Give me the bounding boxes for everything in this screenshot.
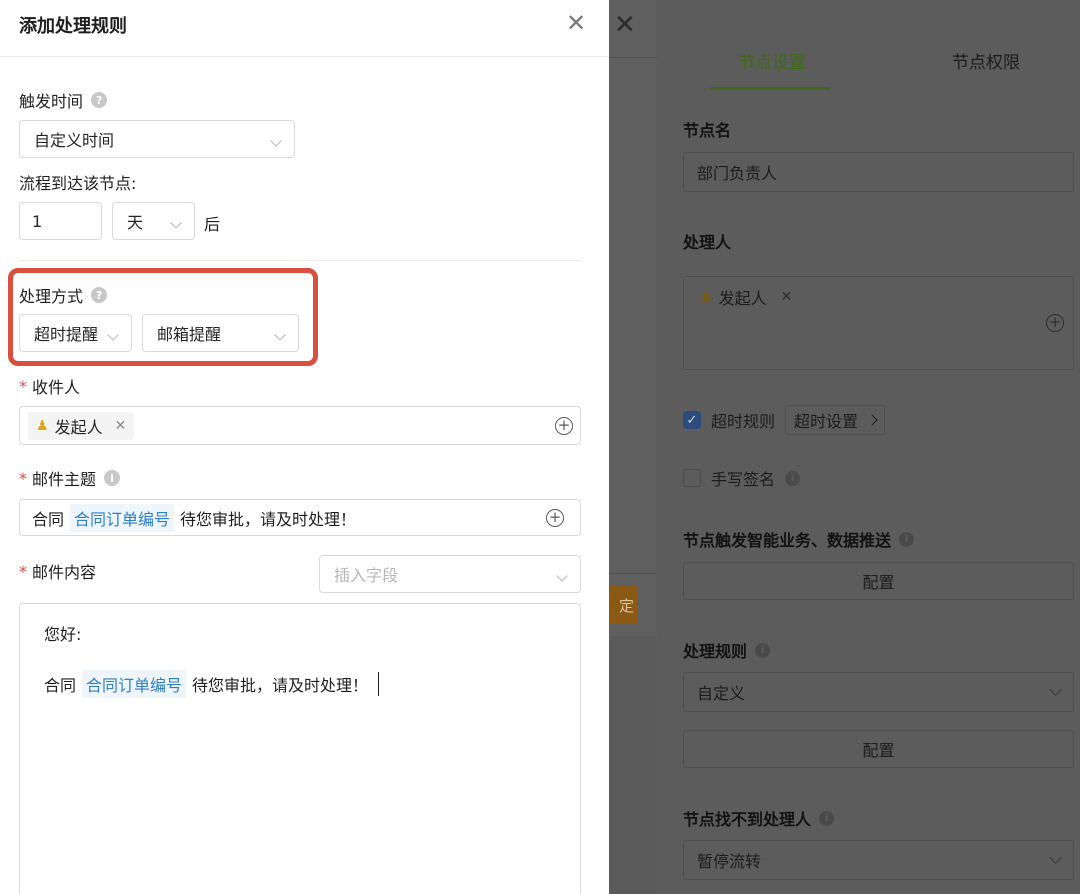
close-icon[interactable]: ✕ bbox=[614, 10, 636, 40]
required-mark: * bbox=[19, 376, 27, 396]
signature-row: 手写签名 i bbox=[683, 466, 801, 490]
insert-field-icon[interactable]: + bbox=[546, 509, 564, 527]
user-icon: ♟ bbox=[700, 289, 713, 305]
chevron-down-icon bbox=[170, 212, 182, 231]
timeout-rule-row: ✓ 超时规则 超时设置 bbox=[683, 405, 886, 435]
drawer-header: 添加处理规则 ✕ bbox=[0, 0, 609, 57]
help-icon[interactable]: ? bbox=[91, 287, 108, 303]
content-editor[interactable]: 您好: 合同 合同订单编号 待您审批，请及时处理！ bbox=[19, 603, 581, 894]
no-handler-value: 暂停流转 bbox=[697, 852, 762, 871]
divider bbox=[608, 573, 657, 574]
trigger-push-label: 节点触发智能业务、数据推送 i bbox=[683, 527, 915, 551]
chevron-down-icon bbox=[274, 324, 286, 343]
delay-unit-value: 天 bbox=[127, 213, 144, 232]
method-label: 处理方式 ? bbox=[19, 283, 108, 307]
process-rule-select[interactable]: 自定义 bbox=[683, 672, 1074, 712]
chevron-down-icon bbox=[1049, 851, 1062, 864]
timeout-rule-label: 超时规则 bbox=[711, 412, 776, 431]
tab-node-permissions[interactable]: 节点权限 bbox=[952, 48, 1020, 73]
divider bbox=[608, 57, 657, 58]
active-tab-indicator bbox=[710, 87, 830, 90]
help-icon[interactable]: ? bbox=[91, 92, 108, 108]
recipient-label: * 收件人 bbox=[19, 376, 81, 398]
confirm-button[interactable]: 定 bbox=[608, 586, 638, 624]
required-mark: * bbox=[19, 468, 27, 488]
delay-amount-input[interactable]: 1 bbox=[19, 202, 102, 240]
subject-input[interactable]: 合同 合同订单编号 待您审批，请及时处理！ + bbox=[19, 499, 581, 536]
method-type-value: 超时提醒 bbox=[34, 325, 99, 344]
chevron-down-icon bbox=[1049, 683, 1062, 696]
user-icon: ♟ bbox=[36, 418, 49, 434]
node-settings-panel: 节点设置 节点权限 节点名 部门负责人 处理人 ♟ 发起人 ✕ + ✓ 超时规则… bbox=[656, 0, 1080, 894]
trigger-time-select[interactable]: 自定义时间 bbox=[19, 120, 295, 158]
delay-suffix: 后 bbox=[204, 215, 221, 234]
process-rule-config-button[interactable]: 配置 bbox=[683, 730, 1074, 768]
text-cursor bbox=[378, 672, 380, 696]
signature-label: 手写签名 bbox=[711, 470, 776, 489]
node-name-label: 节点名 bbox=[683, 121, 732, 140]
info-icon[interactable]: i bbox=[104, 470, 121, 486]
chevron-down-icon bbox=[556, 565, 568, 584]
info-icon: i bbox=[899, 531, 915, 547]
close-icon[interactable]: ✕ bbox=[565, 10, 587, 36]
recipient-field[interactable]: ♟ 发起人 ✕ + bbox=[19, 406, 581, 445]
content-label: * 邮件内容 bbox=[19, 561, 97, 583]
timeout-rule-checkbox[interactable]: ✓ bbox=[683, 411, 701, 429]
underlying-modal: ✕ 定 bbox=[608, 0, 657, 636]
body-line: 合同 合同订单编号 待您审批，请及时处理！ bbox=[44, 670, 380, 698]
required-mark: * bbox=[19, 561, 27, 581]
insert-field-placeholder: 插入字段 bbox=[334, 566, 399, 585]
recipient-tag: ♟ 发起人 ✕ bbox=[28, 412, 135, 440]
field-chip[interactable]: 合同订单编号 bbox=[70, 503, 175, 532]
trigger-time-label: 触发时间 ? bbox=[19, 88, 108, 112]
chevron-down-icon bbox=[270, 130, 282, 149]
node-name-input[interactable]: 部门负责人 bbox=[683, 152, 1074, 192]
node-tabs: 节点设置 节点权限 bbox=[656, 36, 1080, 90]
info-icon: i bbox=[755, 642, 771, 658]
handler-tag: ♟ 发起人 ✕ bbox=[700, 289, 793, 308]
method-channel-value: 邮箱提醒 bbox=[157, 325, 222, 344]
signature-checkbox[interactable] bbox=[683, 469, 701, 487]
insert-field-select[interactable]: 插入字段 bbox=[319, 555, 581, 593]
method-type-select[interactable]: 超时提醒 bbox=[19, 314, 132, 352]
drawer-title: 添加处理规则 bbox=[19, 16, 127, 37]
no-handler-label: 节点找不到处理人 i bbox=[683, 806, 835, 830]
add-handler-icon[interactable]: + bbox=[1046, 314, 1064, 332]
method-channel-select[interactable]: 邮箱提醒 bbox=[142, 314, 299, 352]
add-recipient-icon[interactable]: + bbox=[555, 417, 573, 435]
info-icon: i bbox=[819, 810, 835, 826]
handler-label: 处理人 bbox=[683, 233, 732, 252]
remove-tag-icon[interactable]: ✕ bbox=[115, 418, 127, 434]
delay-unit-select[interactable]: 天 bbox=[112, 202, 195, 240]
arrival-label: 流程到达该节点: bbox=[19, 174, 137, 193]
tab-node-settings[interactable]: 节点设置 bbox=[738, 48, 806, 73]
process-rule-label: 处理规则 i bbox=[683, 638, 771, 662]
trigger-push-config-button[interactable]: 配置 bbox=[683, 562, 1074, 600]
subject-label: * 邮件主题 i bbox=[19, 466, 121, 490]
process-rule-value: 自定义 bbox=[697, 684, 746, 703]
handler-field[interactable]: ♟ 发起人 ✕ + bbox=[683, 276, 1074, 370]
trigger-time-value: 自定义时间 bbox=[34, 131, 115, 150]
field-chip[interactable]: 合同订单编号 bbox=[82, 670, 187, 698]
no-handler-select[interactable]: 暂停流转 bbox=[683, 840, 1074, 880]
node-name-value: 部门负责人 bbox=[697, 164, 778, 183]
add-rule-drawer: 添加处理规则 ✕ 触发时间 ? 自定义时间 流程到达该节点: 1 天 后 处理方… bbox=[0, 0, 609, 894]
remove-tag-icon[interactable]: ✕ bbox=[781, 289, 793, 305]
divider bbox=[19, 260, 581, 261]
timeout-settings-button[interactable]: 超时设置 bbox=[785, 405, 886, 435]
chevron-down-icon bbox=[107, 324, 119, 343]
info-icon: i bbox=[785, 470, 801, 486]
greeting-line: 您好: bbox=[44, 625, 82, 644]
